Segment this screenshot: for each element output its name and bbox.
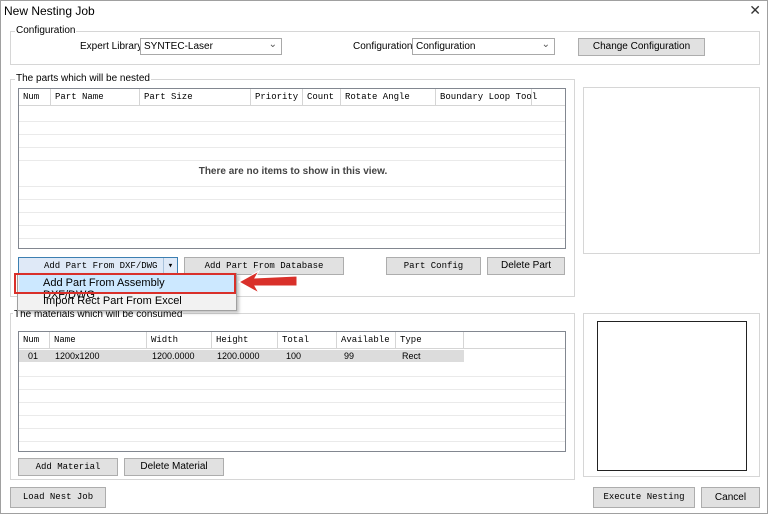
grid-line <box>19 225 565 226</box>
grid-line <box>19 212 565 213</box>
expert-library-value: SYNTEC-Laser <box>144 41 213 52</box>
grid-line <box>19 121 565 122</box>
parts-col-count[interactable]: Count <box>303 89 341 106</box>
parts-col-num[interactable]: Num <box>19 89 51 106</box>
execute-nesting-button[interactable]: Execute Nesting <box>593 487 695 508</box>
add-material-button[interactable]: Add Material <box>18 458 118 476</box>
configuration-label: Configuration: <box>353 41 416 52</box>
chevron-down-icon[interactable]: ▾ <box>163 258 177 274</box>
grid-line <box>19 186 565 187</box>
materials-col-num[interactable]: Num <box>19 332 50 349</box>
menu-item-import-rect-excel[interactable]: Import Rect Part From Excel <box>19 293 235 310</box>
parts-col-rotate[interactable]: Rotate Angle <box>341 89 436 106</box>
configuration-select[interactable]: Configuration ⌄ <box>412 38 555 55</box>
grid-line <box>19 160 565 161</box>
material-type: Rect <box>402 351 421 361</box>
grid-line <box>19 389 565 390</box>
parts-table-header: Num Part Name Part Size Priority Count R… <box>19 89 565 106</box>
nesting-dialog: New Nesting Job ✕ Configuration Expert L… <box>0 0 768 514</box>
material-available: 99 <box>344 351 355 361</box>
grid-line <box>19 428 565 429</box>
material-name: 1200x1200 <box>55 351 100 361</box>
grid-line <box>19 402 565 403</box>
materials-col-available[interactable]: Available <box>337 332 396 349</box>
materials-col-height[interactable]: Height <box>212 332 278 349</box>
expert-library-label: Expert Library: <box>80 41 146 52</box>
materials-col-type[interactable]: Type <box>396 332 464 349</box>
grid-line <box>19 147 565 148</box>
red-arrow-icon <box>237 269 298 295</box>
parts-col-size[interactable]: Part Size <box>140 89 251 106</box>
materials-col-width[interactable]: Width <box>147 332 212 349</box>
parts-empty-message: There are no items to show in this view. <box>198 166 388 177</box>
part-config-button[interactable]: Part Config <box>386 257 481 275</box>
grid-line <box>19 134 565 135</box>
title-bar: New Nesting Job ✕ <box>1 1 767 21</box>
grid-line <box>19 441 565 442</box>
delete-part-button[interactable]: Delete Part <box>487 257 565 275</box>
grid-line <box>19 238 565 239</box>
window-title: New Nesting Job <box>4 4 95 18</box>
grid-line <box>19 199 565 200</box>
materials-col-name[interactable]: Name <box>50 332 147 349</box>
parts-col-priority[interactable]: Priority <box>251 89 303 106</box>
material-num: 01 <box>28 351 39 361</box>
materials-col-total[interactable]: Total <box>278 332 337 349</box>
load-nest-job-button[interactable]: Load Nest Job <box>10 487 106 508</box>
chevron-down-icon: ⌄ <box>268 39 277 50</box>
parts-col-name[interactable]: Part Name <box>51 89 140 106</box>
add-part-dxf-label: Add Part From DXF/DWG <box>44 261 158 271</box>
configuration-value: Configuration <box>416 41 476 52</box>
materials-table-header: Num Name Width Height Total Available Ty… <box>19 332 565 349</box>
chevron-down-icon: ⌄ <box>541 39 550 50</box>
parts-group-label: The parts which will be nested <box>15 73 151 84</box>
material-height: 1200.0000 <box>217 351 260 361</box>
delete-material-button[interactable]: Delete Material <box>124 458 224 476</box>
grid-line <box>19 415 565 416</box>
parts-table: Num Part Name Part Size Priority Count R… <box>18 88 566 249</box>
material-width: 1200.0000 <box>152 351 195 361</box>
parts-col-boundary[interactable]: Boundary Loop Tool <box>436 89 537 106</box>
expert-library-select[interactable]: SYNTEC-Laser ⌄ <box>140 38 282 55</box>
cancel-button[interactable]: Cancel <box>701 487 760 508</box>
configuration-group-label: Configuration <box>15 25 77 36</box>
material-total: 100 <box>286 351 302 361</box>
close-icon[interactable]: ✕ <box>749 2 761 19</box>
materials-table: Num Name Width Height Total Available Ty… <box>18 331 566 452</box>
material-preview-canvas <box>597 321 747 471</box>
change-configuration-button[interactable]: Change Configuration <box>578 38 705 56</box>
part-preview-panel <box>583 87 760 254</box>
highlight-box <box>14 273 236 294</box>
table-row[interactable]: 01 1200x1200 1200.0000 1200.0000 100 99 … <box>19 350 464 362</box>
grid-line <box>19 376 565 377</box>
